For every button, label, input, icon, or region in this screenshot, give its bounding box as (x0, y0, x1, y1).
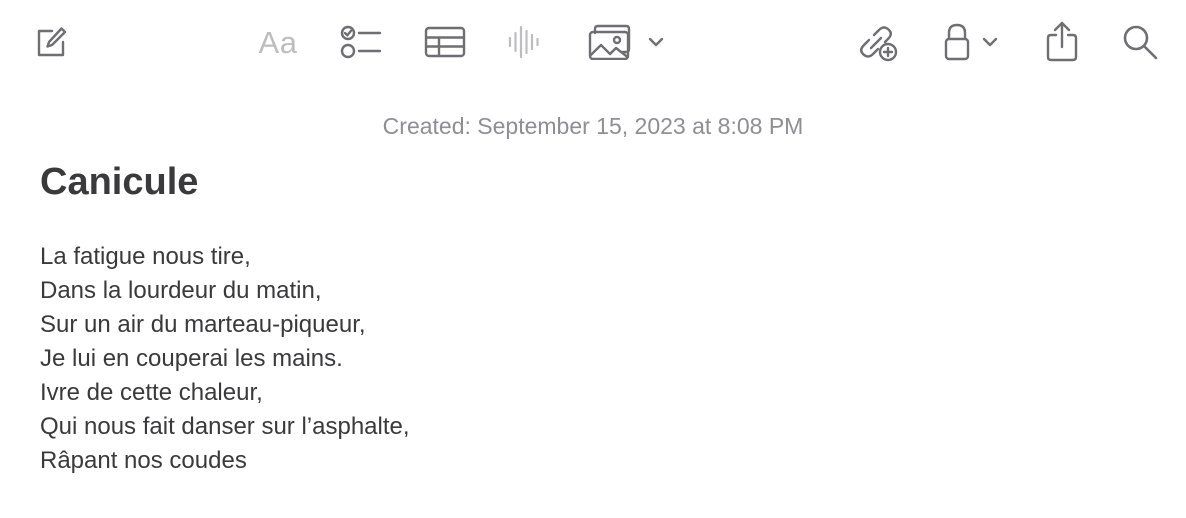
share-icon (1046, 21, 1078, 62)
photo-gallery-icon (588, 24, 631, 60)
checklist-icon (340, 25, 382, 59)
collaborate-link-icon (860, 26, 898, 62)
format-button[interactable]: Aa (254, 20, 302, 64)
toolbar: Aa (0, 0, 1186, 84)
note-title[interactable]: Canicule (40, 158, 198, 206)
chevron-down-icon (648, 37, 664, 47)
chevron-down-icon (982, 37, 998, 47)
note-line[interactable]: Râpant nos coudes (40, 444, 410, 478)
search-icon (1123, 25, 1158, 60)
note-line[interactable]: Ivre de cette chaleur, (40, 376, 410, 410)
lock-icon (944, 23, 970, 61)
note-body[interactable]: La fatigue nous tire, Dans la lourdeur d… (40, 240, 410, 478)
text-format-icon: Aa (258, 24, 298, 60)
note-line[interactable]: Sur un air du marteau-piqueur, (40, 308, 410, 342)
audio-record-button[interactable] (504, 20, 544, 64)
note-line[interactable]: La fatigue nous tire, (40, 240, 410, 274)
lock-menu-button[interactable] (944, 20, 1006, 64)
media-menu-button[interactable] (588, 20, 668, 64)
search-button[interactable] (1118, 20, 1162, 64)
created-timestamp: Created: September 15, 2023 at 8:08 PM (382, 113, 804, 139)
checklist-button[interactable] (338, 20, 384, 64)
note-line[interactable]: Je lui en couperai les mains. (40, 342, 410, 376)
table-button[interactable] (422, 20, 468, 64)
share-button[interactable] (1042, 18, 1082, 64)
note-line[interactable]: Qui nous fait danser sur l’asphalte, (40, 410, 410, 444)
collaborate-button[interactable] (856, 20, 900, 64)
new-note-button[interactable] (28, 20, 72, 64)
compose-icon (37, 27, 67, 57)
note-line[interactable]: Dans la lourdeur du matin, (40, 274, 410, 308)
audio-waveform-icon (508, 25, 539, 59)
table-icon (424, 26, 466, 58)
